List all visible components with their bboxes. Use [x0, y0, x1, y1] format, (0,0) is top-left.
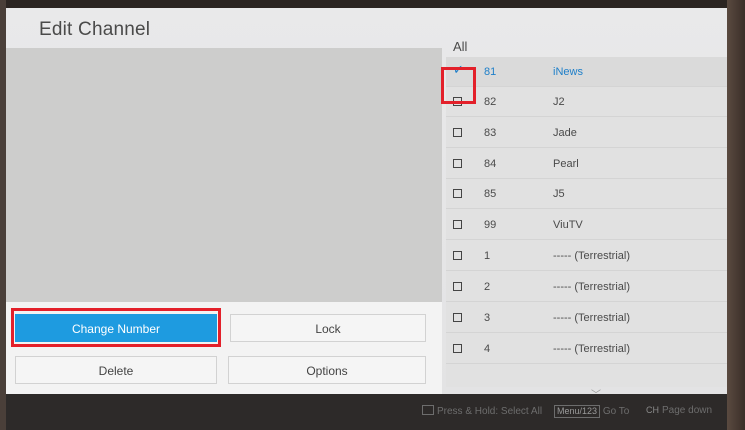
channel-name: ----- (Terrestrial): [553, 343, 630, 355]
checkbox-icon[interactable]: [453, 97, 462, 106]
channel-number: 84: [484, 158, 497, 170]
checkbox-icon[interactable]: [453, 251, 462, 260]
tv-bezel-right: [727, 0, 745, 430]
channel-row-3[interactable]: 3 ----- (Terrestrial): [446, 303, 727, 333]
ch-key-icon: CH: [646, 405, 659, 415]
goto-label: Go To: [602, 406, 630, 417]
change-number-button[interactable]: Change Number: [15, 314, 217, 342]
chevron-down-icon[interactable]: ﹀: [591, 386, 601, 394]
channel-name: ----- (Terrestrial): [553, 250, 630, 262]
checkbox-icon[interactable]: [453, 189, 462, 198]
checkbox-icon[interactable]: [453, 282, 462, 291]
channel-name: J5: [553, 188, 565, 200]
channel-number: 85: [484, 188, 497, 200]
channel-name: J2: [553, 96, 565, 108]
goto-hint: Menu/123 Go To: [554, 405, 629, 418]
page-down-label: Page down: [662, 405, 713, 416]
page-down-hint: CH Page down: [646, 405, 712, 416]
channel-row-83[interactable]: 83 Jade: [446, 118, 727, 148]
channel-number: 2: [484, 281, 491, 293]
enter-key-icon: [422, 405, 434, 415]
channel-row-85[interactable]: 85 J5: [446, 179, 727, 209]
channel-row-2[interactable]: 2 ----- (Terrestrial): [446, 272, 727, 302]
page-title: Edit Channel: [39, 19, 151, 40]
channel-row-81[interactable]: ✓ 81 iNews: [446, 57, 727, 87]
channel-preview-area: [6, 48, 442, 302]
channel-number: 81: [484, 66, 497, 78]
check-icon: ✓: [453, 62, 464, 77]
channel-name: ----- (Terrestrial): [553, 281, 630, 293]
menu-123-key: Menu/123: [554, 405, 601, 418]
channel-number: 3: [484, 312, 491, 324]
checkbox-icon[interactable]: [453, 313, 462, 322]
channel-list: ✓ 81 iNews 82 J2 83 Jade 84 Pearl 85 J5 …: [446, 57, 727, 387]
channel-name: ViuTV: [553, 219, 583, 231]
checkbox-icon[interactable]: [453, 220, 462, 229]
tv-bezel-top: [0, 0, 745, 8]
checkbox-icon[interactable]: [453, 159, 462, 168]
channel-row-82[interactable]: 82 J2: [446, 87, 727, 117]
delete-button[interactable]: Delete: [15, 356, 217, 384]
checkbox-icon[interactable]: [453, 128, 462, 137]
channel-row-4[interactable]: 4 ----- (Terrestrial): [446, 334, 727, 364]
select-all-label: Press & Hold: Select All: [437, 406, 543, 417]
channel-number: 99: [484, 219, 497, 231]
channel-row-84[interactable]: 84 Pearl: [446, 149, 727, 179]
channel-number: 1: [484, 250, 491, 262]
channel-row-1[interactable]: 1 ----- (Terrestrial): [446, 241, 727, 271]
channel-number: 83: [484, 127, 497, 139]
select-all-hint: Press & Hold: Select All: [422, 405, 542, 417]
checkbox-icon[interactable]: [453, 344, 462, 353]
channel-name: iNews: [553, 66, 583, 78]
options-button[interactable]: Options: [228, 356, 426, 384]
channel-list-heading: All: [453, 39, 468, 54]
channel-name: Jade: [553, 127, 577, 139]
channel-row-99[interactable]: 99 ViuTV: [446, 210, 727, 240]
action-button-panel: Change Number Lock Delete Options: [6, 302, 442, 394]
channel-number: 4: [484, 343, 491, 355]
lock-button[interactable]: Lock: [230, 314, 426, 342]
footer-hint-bar: Press & Hold: Select All Menu/123 Go To …: [6, 394, 727, 430]
channel-name: ----- (Terrestrial): [553, 312, 630, 324]
channel-number: 82: [484, 96, 497, 108]
channel-name: Pearl: [553, 158, 579, 170]
edit-channel-screen: Edit Channel All Change Number Lock Dele…: [6, 8, 727, 394]
